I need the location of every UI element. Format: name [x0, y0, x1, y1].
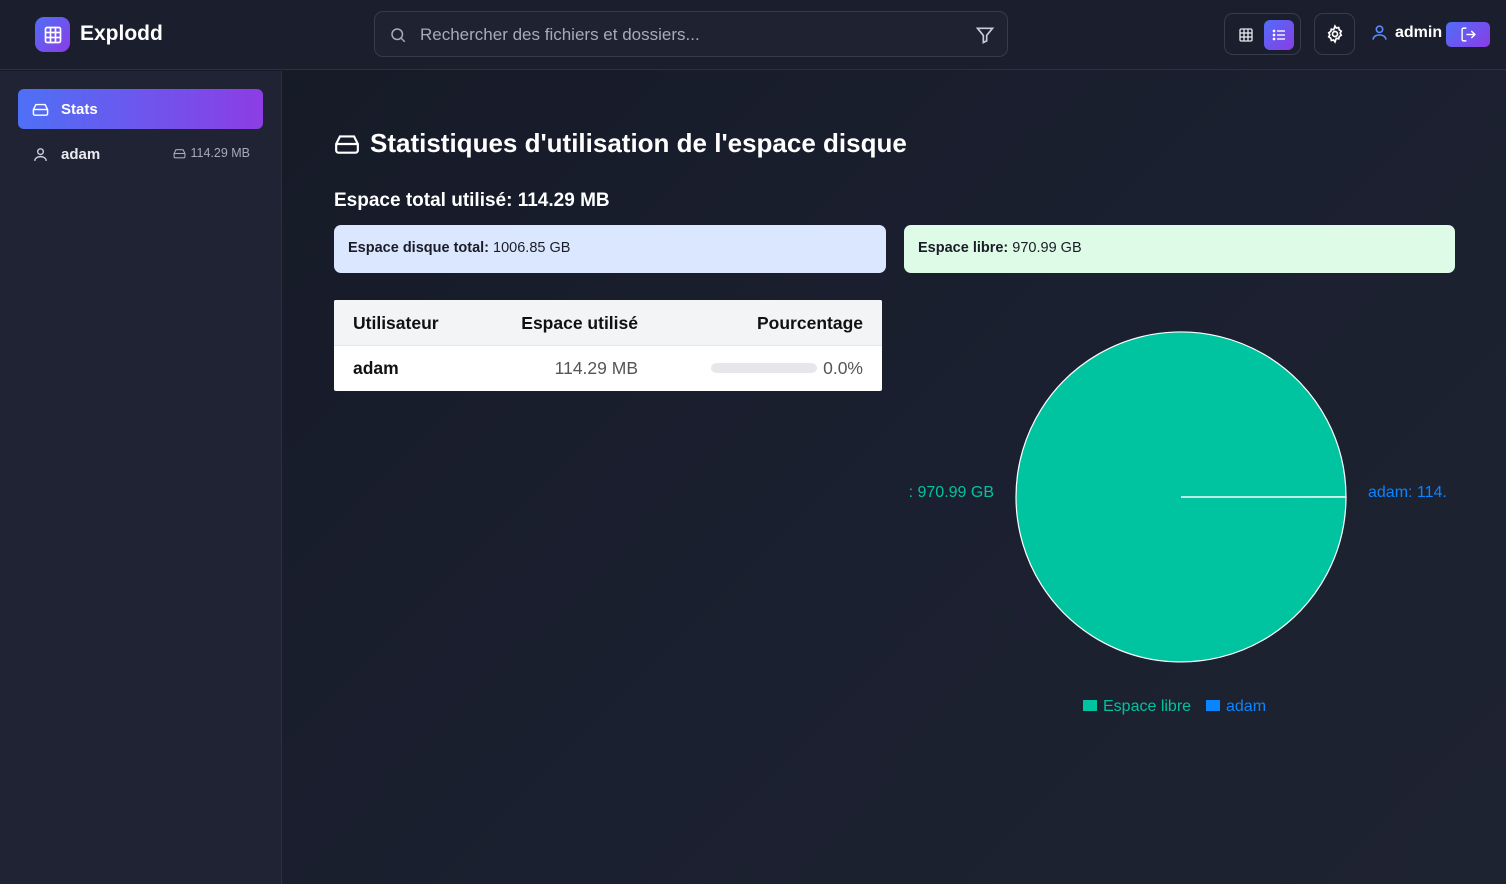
total-disk-label: Espace disque total:: [348, 240, 490, 256]
search-bar[interactable]: Rechercher des fichiers et dossiers...: [374, 11, 1008, 57]
total-used: Espace total utilisé: 114.29 MB: [334, 190, 610, 211]
hard-drive-icon: [32, 103, 49, 116]
list-icon: [1272, 29, 1285, 41]
top-bar: Explodd Rechercher des fichiers et dossi…: [0, 0, 1506, 70]
free-space-label: Espace libre:: [918, 240, 1009, 256]
sidebar: Stats adam 114.29 MB: [0, 71, 282, 884]
sidebar-item-adam[interactable]: adam 114.29 MB: [18, 139, 263, 169]
page-title: Statistiques d'utilisation de l'espace d…: [334, 128, 907, 159]
gear-icon: [1327, 24, 1342, 44]
user-size: 114.29 MB: [173, 146, 250, 160]
free-space-value: 970.99 GB: [1008, 240, 1082, 256]
username: admin: [1395, 23, 1443, 41]
total-disk-value: 1006.85 GB: [489, 240, 571, 256]
search-input[interactable]: Rechercher des fichiers et dossiers...: [420, 25, 700, 45]
user-icon: [1372, 25, 1387, 40]
pie-label-adam: adam: 114.: [1368, 484, 1447, 501]
grid-icon: [44, 26, 61, 43]
cell-used: 114.29 MB: [554, 358, 638, 378]
grid-icon: [1239, 28, 1253, 42]
legend-swatch: [1083, 700, 1097, 711]
user-icon: [34, 147, 47, 161]
hard-drive-icon: [174, 148, 186, 158]
filter-icon[interactable]: [975, 25, 995, 45]
sidebar-item-label: Stats: [61, 100, 98, 118]
legend-swatch: [1206, 700, 1220, 711]
header-percent: Pourcentage: [757, 313, 863, 333]
legend-label: Espace libre: [1103, 698, 1191, 715]
percent-bar: [711, 363, 817, 373]
page-title-text: Statistiques d'utilisation de l'espace d…: [370, 128, 907, 158]
header-used: Espace utilisé: [521, 313, 638, 333]
search-icon: [391, 28, 406, 43]
pie-label-free: : 970.99 GB: [909, 484, 994, 501]
legend-label: adam: [1226, 698, 1266, 715]
table-header: Utilisateur Espace utilisé Pourcentage: [334, 300, 882, 346]
hard-drive-icon: [335, 134, 359, 154]
total-disk-card: Espace disque total: 1006.85 GB: [334, 225, 886, 273]
grid-view-button[interactable]: [1231, 20, 1261, 50]
user-size-value: 114.29 MB: [190, 146, 250, 160]
header-user: Utilisateur: [353, 313, 439, 333]
sidebar-item-stats[interactable]: Stats: [18, 89, 263, 129]
sidebar-item-label: adam: [61, 145, 101, 163]
view-toggle: [1224, 13, 1301, 55]
user-menu[interactable]: admin: [1370, 23, 1442, 42]
cell-percent: 0.0%: [823, 358, 863, 378]
app-name[interactable]: Explodd: [80, 22, 163, 46]
settings-button[interactable]: [1314, 13, 1355, 55]
app-logo[interactable]: [35, 17, 70, 52]
legend-item-espace-libre[interactable]: Espace libre: [1083, 698, 1191, 715]
legend-item-adam[interactable]: adam: [1206, 698, 1266, 715]
logout-button[interactable]: [1446, 22, 1490, 47]
free-space-card: Espace libre: 970.99 GB: [904, 225, 1455, 273]
disk-usage-pie-chart: : 970.99 GB adam: 114. Espace libre adam: [909, 331, 1447, 715]
list-view-button[interactable]: [1264, 20, 1294, 50]
logout-icon: [1460, 27, 1476, 42]
cell-user: adam: [353, 358, 399, 378]
usage-table: Utilisateur Espace utilisé Pourcentage a…: [334, 300, 882, 391]
